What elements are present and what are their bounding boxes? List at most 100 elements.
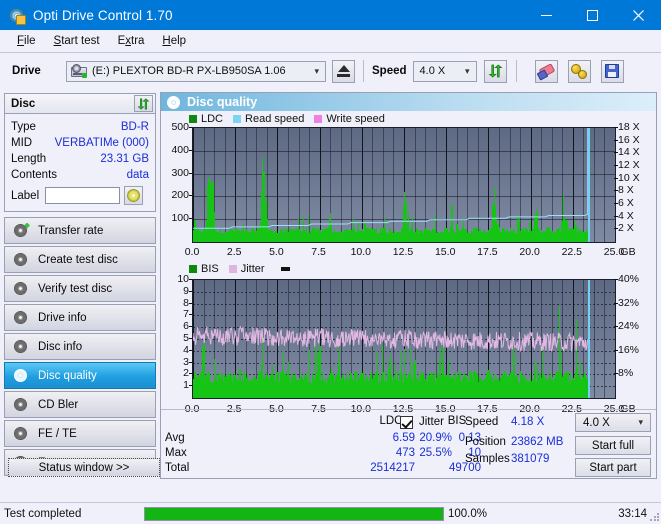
refresh-button[interactable]	[483, 59, 507, 83]
disc-refresh-button[interactable]	[134, 95, 153, 112]
chart-cursor[interactable]	[588, 128, 590, 242]
disc-row-type: Type BD-R	[11, 119, 149, 135]
y2-axis-tick-label: 24%	[618, 320, 640, 333]
settings-button[interactable]	[567, 59, 591, 83]
x-axis-tick-label: 0.0	[184, 246, 200, 258]
stats-avg-jitter: 20.9%	[419, 432, 452, 444]
disc-icon	[13, 368, 29, 384]
sidebar-item-create-test-disc[interactable]: Create test disc	[4, 246, 156, 273]
menu-file[interactable]: File	[8, 33, 45, 49]
y-axis-tick	[189, 361, 192, 363]
speed-stat-label: Speed	[465, 416, 499, 428]
menu-start-test[interactable]: Start test	[45, 33, 109, 49]
y-axis-tick	[189, 172, 192, 174]
legend-swatch-bis	[189, 264, 197, 273]
minimize-icon[interactable]	[523, 0, 569, 30]
samples-stat-value: 381079	[511, 453, 550, 465]
stats-row-max-label: Max	[165, 447, 187, 459]
sidebar-item-verify-test-disc[interactable]: Verify test disc	[4, 275, 156, 302]
speed-stat-value: 4.18 X	[511, 416, 545, 428]
y-axis-tick	[189, 302, 192, 304]
sidebar-item-fe-te[interactable]: FE / TE	[4, 420, 156, 447]
jitter-line	[193, 325, 589, 353]
y-axis-tick-label: 200	[171, 189, 189, 202]
y2-axis-tick-label: 40%	[618, 273, 640, 285]
stats-panel: LDC BIS Jitter Avg 6.59 0.13 20.9% Max 4…	[161, 409, 656, 478]
optical-drive-icon	[71, 63, 87, 78]
y2-axis-tick	[614, 165, 618, 166]
y2-axis-tick-label: 32%	[618, 296, 640, 309]
y2-axis-tick-label: 4 X	[618, 209, 634, 222]
progress-bar	[144, 506, 444, 521]
y2-axis-tick-label: 8%	[618, 367, 634, 380]
y-axis-tick	[189, 385, 192, 387]
speed-select-value: 4.0 X	[419, 65, 446, 77]
legend-label-bis: BIS	[201, 262, 219, 275]
x-axis-tick-label: 5.0	[269, 246, 284, 258]
disc-row-key: MID	[11, 137, 33, 149]
eraser-icon	[536, 62, 555, 81]
save-button[interactable]	[600, 59, 624, 83]
sidebar-item-transfer-rate[interactable]: Transfer rate	[4, 217, 156, 244]
start-full-button[interactable]: Start full	[575, 436, 651, 455]
y-axis-tick	[189, 314, 192, 316]
speed-select[interactable]: 4.0 X ▾	[412, 60, 477, 82]
resize-grip-icon[interactable]	[649, 512, 659, 522]
sidebar-item-cd-bler[interactable]: CD Bler	[4, 391, 156, 418]
x-axis-tick-label: 12.5	[392, 246, 414, 258]
maximize-icon[interactable]	[569, 0, 615, 30]
start-part-button[interactable]: Start part	[575, 458, 651, 477]
stats-row-total-label: Total	[165, 462, 190, 474]
y2-axis-tick-label: 18 X	[618, 121, 640, 133]
chevron-down-icon: ▾	[464, 65, 470, 76]
y2-axis-tick-label: 16 X	[618, 133, 640, 146]
y-axis-tick-label: 400	[171, 143, 189, 156]
legend-label-jitter: Jitter	[240, 262, 265, 275]
chart-cursor[interactable]	[588, 280, 590, 398]
speed-label: Speed	[372, 65, 407, 77]
x-axis-tick-label: 10.0	[350, 246, 372, 258]
eject-button[interactable]	[332, 59, 355, 83]
sidebar-item-label: Verify test disc	[38, 282, 113, 295]
jitter-checkbox[interactable]	[400, 416, 413, 429]
status-window-button[interactable]: Status window >>	[8, 458, 160, 477]
panel-header: Disc quality	[161, 93, 656, 111]
bottom-chart-plot	[192, 279, 616, 399]
disc-label-button[interactable]	[124, 186, 144, 205]
y2-axis-tick	[614, 279, 618, 280]
sidebar-item-label: Drive info	[38, 311, 87, 324]
close-icon[interactable]	[615, 0, 661, 30]
disc-icon	[13, 222, 30, 239]
y2-axis-tick-label: 12 X	[618, 159, 640, 171]
drive-select[interactable]: (E:) PLEXTOR BD-R PX-LB950SA 1.06 ▾	[66, 60, 326, 82]
y-axis-tick	[189, 279, 192, 280]
left-panel: Disc Type BD-R MID VERBATIMe (000) Lengt…	[4, 93, 160, 477]
menu-extra[interactable]: Extra	[109, 33, 154, 49]
top-chart-legend: LDC Read speed Write speed	[161, 112, 656, 125]
sidebar-item-label: Transfer rate	[38, 224, 104, 237]
disc-row-key: Contents	[11, 169, 58, 181]
stats-row-avg-label: Avg	[165, 432, 185, 444]
disc-panel-title: Disc	[11, 97, 36, 110]
eject-icon	[337, 65, 350, 77]
sidebar-item-drive-info[interactable]: Drive info	[4, 304, 156, 331]
top-chart-plot	[192, 127, 616, 243]
sidebar-item-disc-info[interactable]: Disc info	[4, 333, 156, 360]
sidebar-item-disc-quality[interactable]: Disc quality	[4, 362, 156, 389]
gridline-vertical	[615, 128, 616, 242]
stats-total-ldc: 2514217	[370, 462, 415, 474]
disc-label-row: Label	[11, 186, 149, 205]
status-message: Test completed	[4, 507, 82, 520]
y-axis-tick	[189, 290, 192, 292]
disc-icon	[13, 310, 29, 326]
sidebar-item-label: Create test disc	[38, 253, 118, 266]
disc-icon	[13, 281, 29, 297]
x-axis-tick-label: 7.5	[311, 246, 326, 258]
erase-button[interactable]	[534, 59, 558, 83]
menu-help[interactable]: Help	[153, 33, 195, 49]
toolbar: Drive (E:) PLEXTOR BD-R PX-LB950SA 1.06 …	[0, 53, 661, 89]
test-speed-select[interactable]: 4.0 X ▾	[575, 413, 651, 432]
sidebar-item-label: FE / TE	[38, 427, 77, 440]
disc-label-input[interactable]	[45, 187, 121, 204]
y-axis-tick-label: 300	[171, 166, 189, 179]
